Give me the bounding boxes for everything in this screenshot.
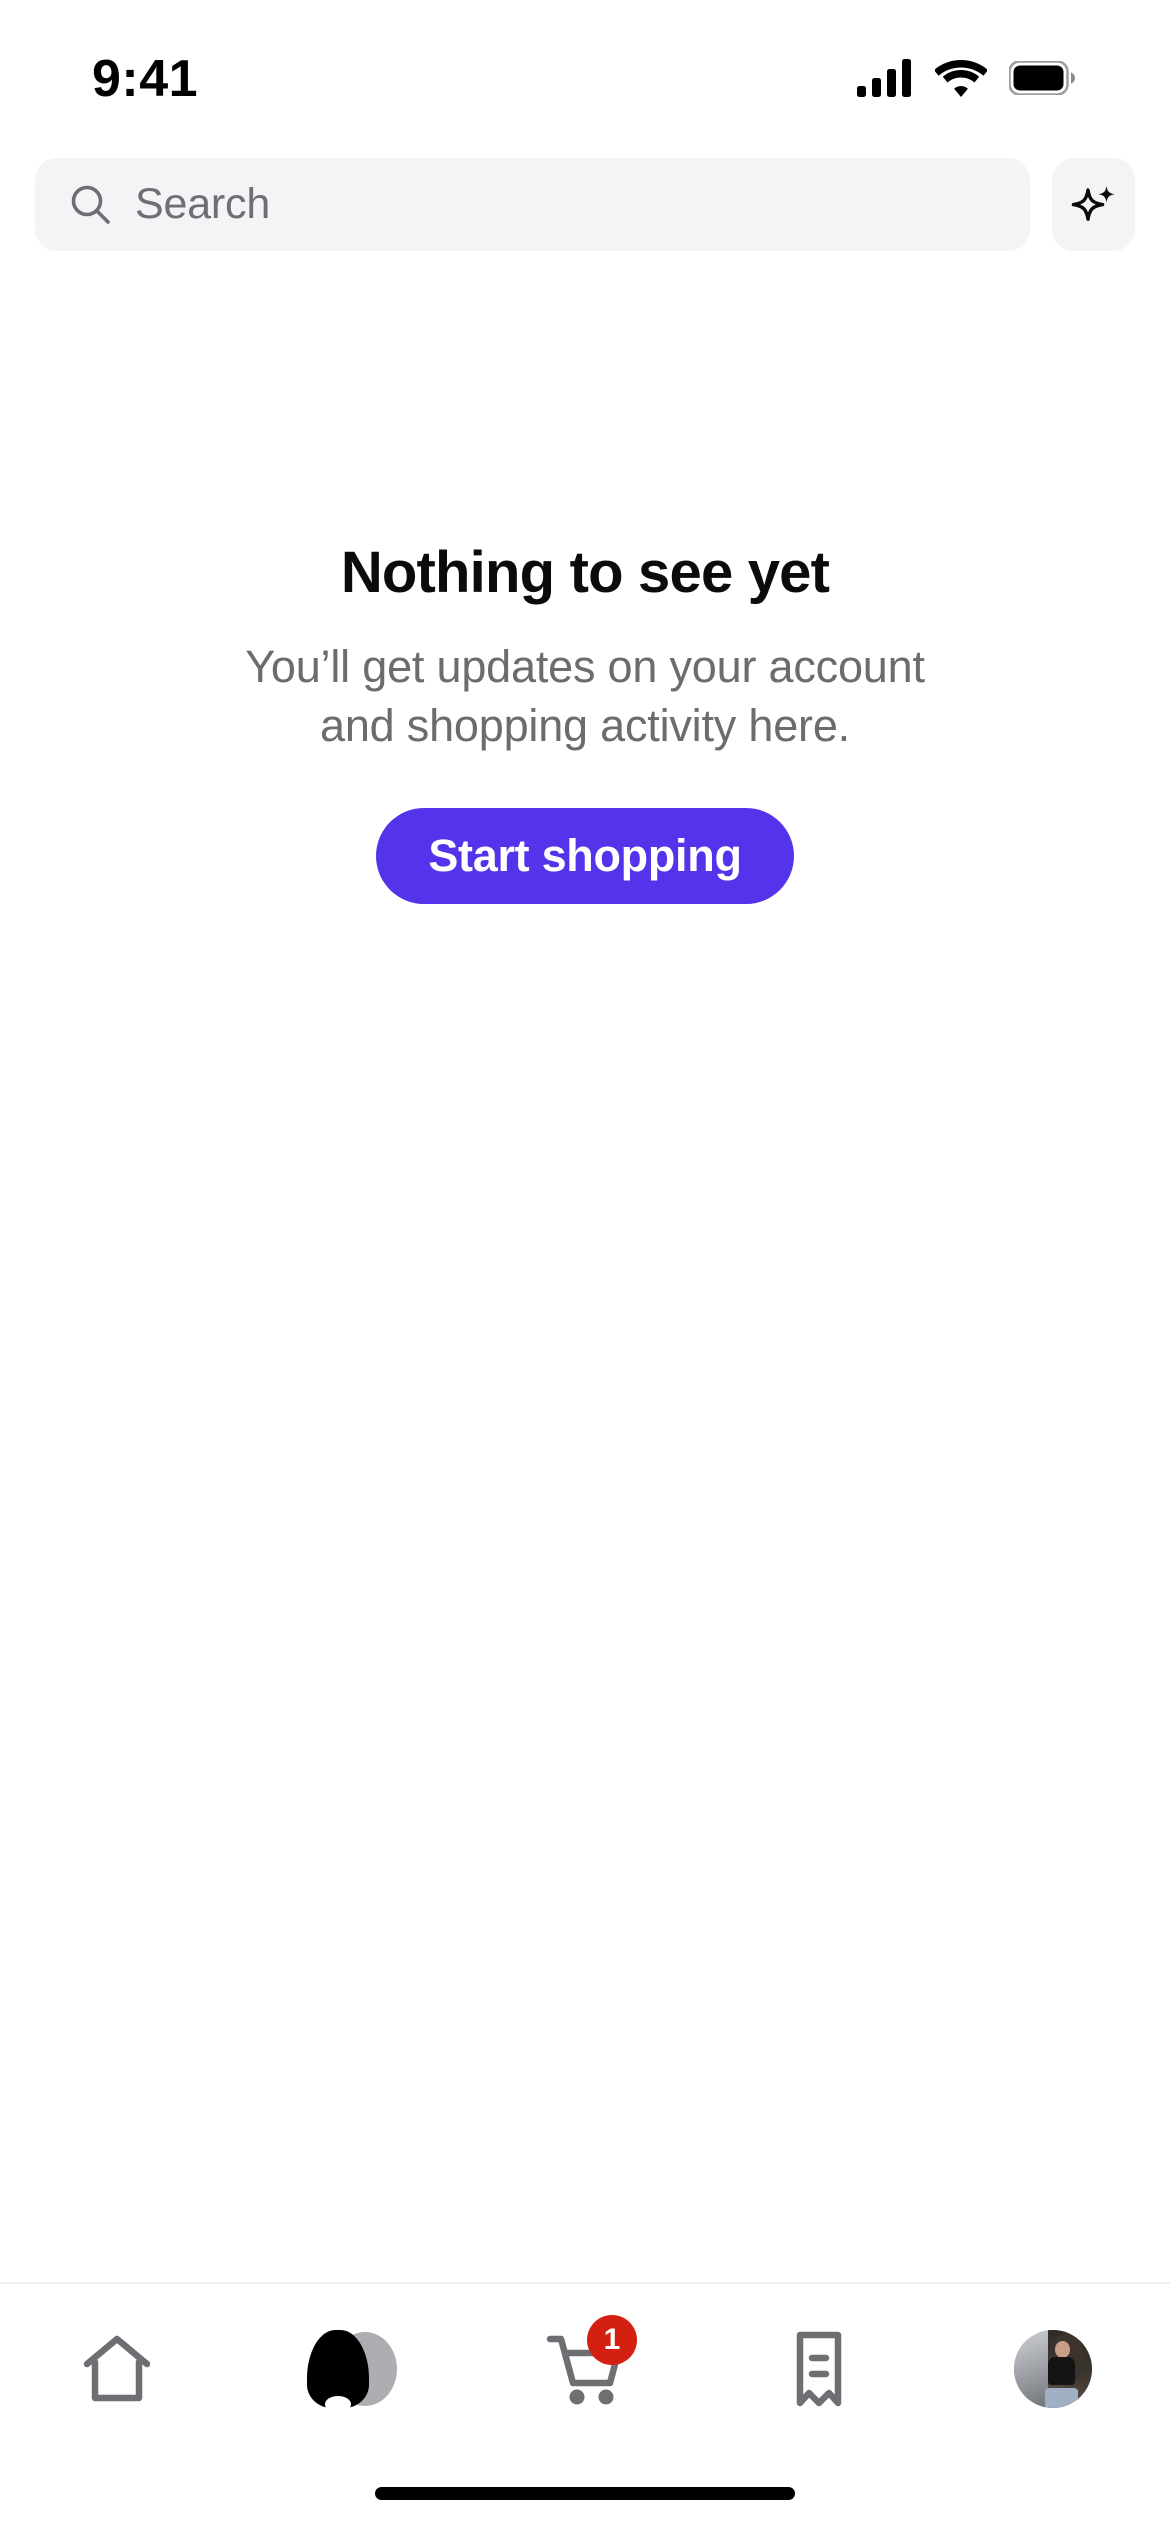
ai-assistant-button[interactable] xyxy=(1052,158,1135,251)
search-placeholder-text: Search xyxy=(135,180,271,228)
home-icon xyxy=(83,2335,151,2402)
search-input[interactable]: Search xyxy=(35,158,1030,251)
shop-dress-icon xyxy=(305,2330,397,2408)
status-time: 9:41 xyxy=(92,50,199,108)
battery-full-icon xyxy=(1009,61,1075,95)
empty-state-subtitle: You’ll get updates on your account and s… xyxy=(245,640,925,752)
empty-state-content: Nothing to see yet You’ll get updates on… xyxy=(0,251,1170,2282)
tab-orders[interactable] xyxy=(702,2284,936,2454)
home-indicator[interactable] xyxy=(375,2486,795,2500)
tab-cart[interactable]: 1 xyxy=(468,2284,702,2454)
status-indicators xyxy=(857,53,1075,97)
app-screen: 9:41 Search Nothing to see yet You’ll ge… xyxy=(0,0,1170,2532)
avatar-top xyxy=(1048,2356,1075,2385)
cellular-signal-icon xyxy=(857,59,911,97)
tab-cart-inner: 1 xyxy=(537,2315,637,2417)
tab-home-inner xyxy=(69,2321,165,2417)
avatar-jeans xyxy=(1045,2387,1078,2408)
start-shopping-button[interactable]: Start shopping xyxy=(376,807,794,904)
bottom-tab-bar: 1 xyxy=(0,2282,1170,2454)
status-bar: 9:41 xyxy=(0,0,1170,150)
search-icon xyxy=(71,185,110,224)
tab-shop[interactable] xyxy=(234,2284,468,2454)
page-title: Nothing to see yet xyxy=(340,540,830,605)
shop-icon-dress xyxy=(307,2330,369,2408)
receipt-icon xyxy=(796,2331,842,2407)
tab-orders-inner xyxy=(771,2321,867,2417)
wifi-icon xyxy=(935,60,987,97)
tab-profile-inner xyxy=(1005,2321,1101,2417)
sparkle-ai-icon xyxy=(1071,185,1115,221)
cart-badge: 1 xyxy=(587,2315,637,2365)
tab-shop-inner xyxy=(303,2321,399,2417)
avatar xyxy=(1014,2330,1092,2408)
home-indicator-area xyxy=(0,2454,1170,2532)
search-row: Search xyxy=(0,158,1170,251)
tab-home[interactable] xyxy=(0,2284,234,2454)
avatar-face xyxy=(1054,2340,1071,2359)
tab-profile[interactable] xyxy=(936,2284,1170,2454)
